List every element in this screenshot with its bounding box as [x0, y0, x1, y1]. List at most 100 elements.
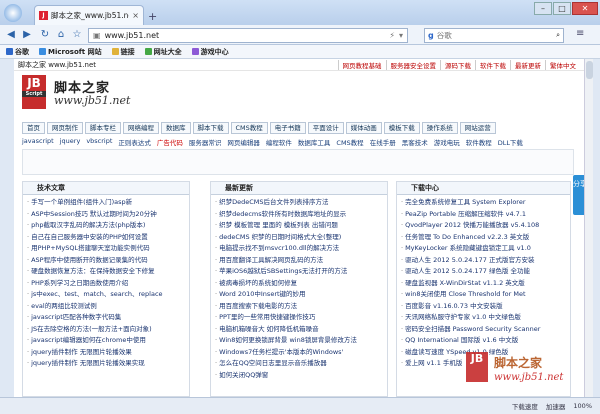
list-item[interactable]: 驱动人生 2012 5.0.24.177 正式版官方安装 — [401, 255, 570, 267]
scrollbar-thumb[interactable] — [586, 61, 593, 79]
list-item[interactable]: 电脑提示找不到msvcr100.dll的解决方法 — [215, 243, 387, 255]
main-nav-item[interactable]: 脚本下载 — [192, 122, 229, 134]
browser-tab[interactable]: J 脚本之家_www.jb51.net × — [34, 5, 144, 25]
top-link[interactable]: 最新更新 — [510, 59, 545, 70]
menu-icon[interactable]: ≡ — [576, 28, 584, 39]
list-item[interactable]: PPT里的一些常用快捷键操作技巧 — [215, 312, 387, 324]
list-item[interactable]: QvodPlayer 2012 快播万能播放器 v5.4.108 — [401, 220, 570, 232]
list-item[interactable]: 用百度翻译工具解决网页乱码的方法 — [215, 255, 387, 267]
main-nav-item[interactable]: 电子书籍 — [269, 122, 306, 134]
list-item[interactable]: javascript编辑器如何在chrome中使用 — [27, 335, 189, 347]
sub-nav-item[interactable]: 游戏电玩 — [434, 137, 460, 147]
top-link[interactable]: 繁体中文 — [545, 59, 580, 70]
sub-nav-item[interactable]: 广告代码 — [157, 137, 183, 147]
list-item[interactable]: Win8如何更换锁屏背景 win8锁屏背景修改方法 — [215, 335, 387, 347]
new-tab-button[interactable]: + — [148, 10, 157, 23]
bookmark-microsoft[interactable]: Microsoft 网站 — [39, 47, 102, 57]
list-item[interactable]: 怎么在QQ空间日志里显示音乐播放器 — [215, 358, 387, 370]
top-link[interactable]: 网页教程基础 — [337, 59, 386, 70]
list-item[interactable]: 硬盘监视器 X-WinDirStat v1.1.2 英文版 — [401, 278, 570, 290]
list-item[interactable]: js中exec、test、match、search、replace — [27, 289, 189, 301]
list-item[interactable]: 苹果iOS6越狱后SBSettings无法打开的方法 — [215, 266, 387, 278]
list-item[interactable]: php截取汉字乱码的解决方法(php版本) — [27, 220, 189, 232]
list-item[interactable]: 任务管理 To Do Enhanced v2.2.3 英文版 — [401, 232, 570, 244]
top-link[interactable]: 源码下载 — [440, 59, 475, 70]
home-icon[interactable]: ⌂ — [54, 28, 68, 42]
list-item[interactable]: ASP程序中使用断开的数据记录集的代码 — [27, 255, 189, 267]
list-item[interactable]: ASP中Session技巧 默认过期时间为20分钟 — [27, 209, 189, 221]
main-nav-item[interactable]: 数据库 — [161, 122, 191, 134]
list-item[interactable]: JS在去除空格的方法(一般方法+面向对象) — [27, 324, 189, 336]
close-window-icon[interactable]: ✕ — [572, 2, 598, 15]
dropdown-icon[interactable]: ▾ — [399, 31, 403, 40]
address-text[interactable]: www.jb51.net — [105, 31, 386, 40]
main-nav-item[interactable]: 媒体动画 — [345, 122, 382, 134]
zoom-level[interactable]: 100% — [573, 402, 592, 410]
main-nav-item[interactable]: 操作系统 — [421, 122, 458, 134]
list-item[interactable]: 织梦dedecms软件所有时数据库地址的显示 — [215, 209, 387, 221]
list-item[interactable]: 用百度搜索下载电影的方法 — [215, 301, 387, 313]
minimize-icon[interactable]: – — [534, 2, 552, 15]
sub-nav-item[interactable]: 在线手册 — [370, 137, 396, 147]
list-item[interactable]: 织梦DedeCMS后台文件列表排序方法 — [215, 197, 387, 209]
list-item[interactable]: PHP系列学习之日期函数使用介绍 — [27, 278, 189, 290]
main-nav-item[interactable]: 网络编程 — [123, 122, 159, 134]
top-link[interactable]: 服务器安全设置 — [385, 59, 441, 70]
list-item[interactable]: 如何关闭QQ弹窗 — [215, 370, 387, 382]
sub-nav-item[interactable]: 编程软件 — [266, 137, 292, 147]
search-box[interactable]: g ⌕ — [424, 28, 564, 43]
sub-nav-item[interactable]: 网页编辑器 — [227, 137, 260, 147]
back-icon[interactable]: ◀ — [4, 28, 18, 42]
sub-nav-item[interactable]: CMS教程 — [336, 137, 363, 147]
list-item[interactable]: 完全免费系统修复工具 System Explorer — [401, 197, 570, 209]
bookmark-links[interactable]: 链接 — [111, 47, 135, 57]
list-item[interactable]: 硬盘数据恢复方法：在保持数据安全下修复 — [27, 266, 189, 278]
main-nav-item[interactable]: 模板下载 — [383, 122, 420, 134]
list-item[interactable]: MyKeyLocker 系统隐藏键盘锁定工具 v1.0 — [401, 243, 570, 255]
search-input[interactable] — [436, 31, 554, 40]
list-item[interactable]: QQ International 国际版 v1.6 中文版 — [401, 335, 570, 347]
status-item[interactable]: 加速器 — [546, 401, 566, 411]
forward-icon[interactable]: ▶ — [20, 28, 34, 42]
main-nav-item[interactable]: 网站运营 — [459, 122, 496, 134]
site-logo[interactable]: JB Script — [22, 75, 46, 109]
list-item[interactable]: Word 2010中Insert键的妙用 — [215, 289, 387, 301]
main-nav-item[interactable]: CMS教程 — [230, 122, 268, 134]
list-item[interactable]: 被病毒损坏的系统如何修复 — [215, 278, 387, 290]
sub-nav-item[interactable]: 黑客技术 — [402, 137, 428, 147]
list-item[interactable]: Windows7任务栏提示'本版本的Windows' — [215, 347, 387, 359]
list-item[interactable]: 密码安全扫描器 Password Security Scanner — [401, 324, 570, 336]
sub-nav-item[interactable]: 服务器常识 — [189, 137, 222, 147]
main-nav-item[interactable]: 网页制作 — [47, 122, 83, 134]
list-item[interactable]: dedeCMS 织梦的日期时间格式大全(整理) — [215, 232, 387, 244]
list-item[interactable]: win8关闭使用 Close Threshold for Met — [401, 289, 570, 301]
main-nav-item[interactable]: 首页 — [22, 122, 45, 134]
list-item[interactable]: 织梦 模板管理 里面的 模板列表 出错问题 — [215, 220, 387, 232]
main-nav-item[interactable]: 平面设计 — [307, 122, 344, 134]
list-item[interactable]: 手写一个单例组件(组件入门)asp新 — [27, 197, 189, 209]
sub-nav-item[interactable]: javascript — [22, 137, 54, 147]
list-item[interactable]: 驱动人生 2012 5.0.24.177 绿色版 全功能 — [401, 266, 570, 278]
list-item[interactable]: jquery插件制作 无限图片轮播效果实现 — [27, 358, 189, 370]
sub-nav-item[interactable]: DLL下载 — [498, 137, 523, 147]
bookmark-google[interactable]: 谷歌 — [6, 47, 29, 57]
sub-nav-item[interactable]: jquery — [60, 137, 81, 147]
list-item[interactable]: 天讯网络私服守护专家 v1.0 中文绿色版 — [401, 312, 570, 324]
sub-nav-item[interactable]: 软件教程 — [466, 137, 492, 147]
sub-nav-item[interactable]: 正则表达式 — [118, 137, 151, 147]
list-item[interactable]: 用PHP+MySQL搭建聊天室功能实例代码 — [27, 243, 189, 255]
list-item[interactable]: 电脑机箱噪音大 如何降低机箱噪音 — [215, 324, 387, 336]
browser-logo-icon[interactable] — [4, 4, 22, 22]
refresh-icon[interactable]: ↻ — [38, 28, 52, 42]
list-item[interactable]: 百度影音 v1.16.0.73 中文安装版 — [401, 301, 570, 313]
list-item[interactable]: eval的两组比较测试例 — [27, 301, 189, 313]
list-item[interactable]: PeaZip Portable 压缩解压缩软件 v4.7.1 — [401, 209, 570, 221]
sub-nav-item[interactable]: 数据库工具 — [298, 137, 331, 147]
close-tab-icon[interactable]: × — [132, 11, 139, 20]
search-icon[interactable]: ⌕ — [556, 31, 560, 40]
list-item[interactable]: 自己在自己服务器中安装的PHP如何设置 — [27, 232, 189, 244]
list-item[interactable]: jquery插件制作 无限图片轮播效果 — [27, 347, 189, 359]
maximize-icon[interactable]: □ — [553, 2, 571, 15]
lightning-icon[interactable]: ⚡ — [389, 31, 395, 40]
status-item[interactable]: 下载速度 — [512, 401, 538, 411]
